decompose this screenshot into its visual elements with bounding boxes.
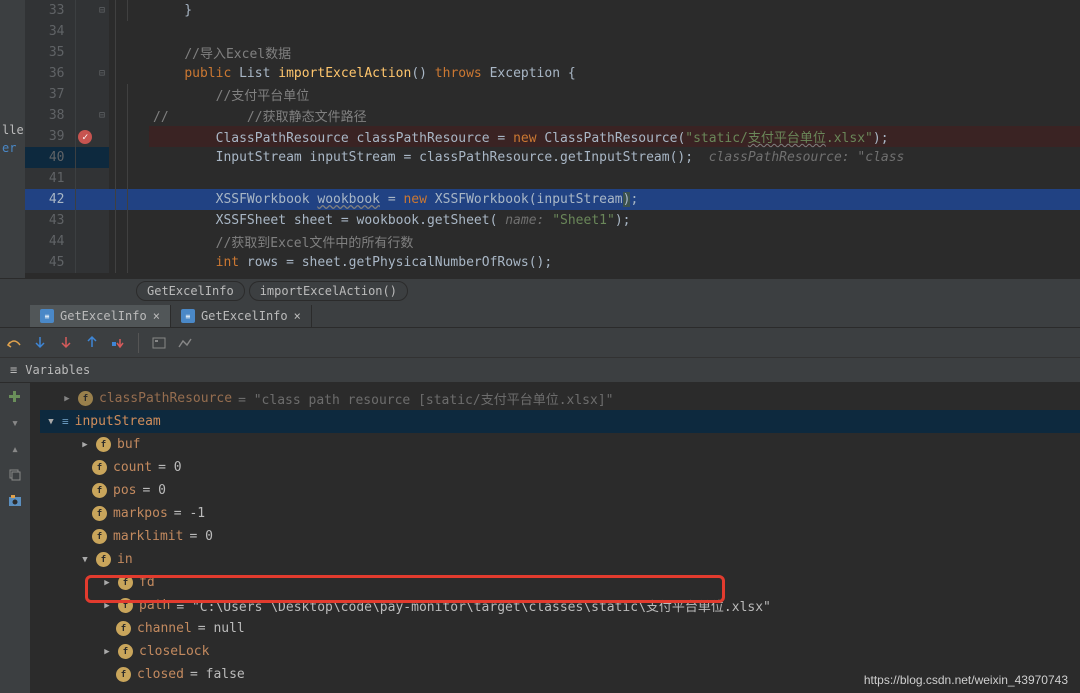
- error-marker-icon[interactable]: ✓: [78, 130, 92, 144]
- debug-tabs: ≡ GetExcelInfo × ≡ GetExcelInfo ×: [0, 302, 1080, 328]
- var-count[interactable]: count: [113, 460, 152, 475]
- file-icon: ≡: [40, 309, 54, 323]
- breadcrumb-item[interactable]: importExcelAction(): [249, 281, 408, 301]
- var-fd[interactable]: fd: [139, 575, 155, 590]
- var-pos[interactable]: pos: [113, 483, 136, 498]
- debug-toolbar: [0, 328, 1080, 358]
- var-markpos[interactable]: markpos: [113, 506, 168, 521]
- left-truncated-panel: ller er: [0, 0, 25, 278]
- equals-icon: ≡: [62, 415, 69, 428]
- var-path[interactable]: path: [139, 598, 170, 613]
- variables-title: Variables: [25, 363, 90, 377]
- tab-getexcelinfo-2[interactable]: ≡ GetExcelInfo ×: [171, 305, 312, 327]
- close-icon[interactable]: ×: [153, 309, 160, 323]
- code-editor[interactable]: 33 ⊟ } 34 35: [25, 0, 1080, 278]
- variables-icon: ≡: [10, 363, 17, 377]
- var-buf[interactable]: buf: [117, 437, 140, 452]
- down-icon[interactable]: ▾: [7, 415, 23, 431]
- var-closed[interactable]: closed: [137, 667, 184, 682]
- var-path-value: = "C:\Users \Desktop\code\pay-monitor\ta…: [176, 596, 771, 615]
- gutter-line-number[interactable]: 33: [25, 0, 75, 21]
- step-over-icon[interactable]: [6, 335, 22, 351]
- breadcrumb-item[interactable]: GetExcelInfo: [136, 281, 245, 301]
- breadcrumb: GetExcelInfo importExcelAction(): [0, 278, 1080, 302]
- drop-frame-icon[interactable]: [110, 335, 126, 351]
- var-marklimit[interactable]: marklimit: [113, 529, 183, 544]
- screenshot-icon[interactable]: [7, 493, 23, 509]
- var-classpathresource[interactable]: classPathResource: [99, 391, 232, 406]
- var-inputstream[interactable]: inputStream: [75, 414, 161, 429]
- tab-label: GetExcelInfo: [201, 309, 288, 323]
- evaluate-expression-icon[interactable]: [151, 335, 167, 351]
- var-channel[interactable]: channel: [137, 621, 192, 636]
- trunc-label-2: er: [2, 141, 16, 155]
- fold-handle[interactable]: ⊟: [95, 0, 109, 21]
- fold-handle[interactable]: ⊟: [95, 63, 109, 84]
- close-icon[interactable]: ×: [294, 309, 301, 323]
- var-in[interactable]: in: [117, 552, 133, 567]
- tab-label: GetExcelInfo: [60, 309, 147, 323]
- watermark: https://blog.csdn.net/weixin_43970743: [864, 673, 1068, 687]
- add-watch-icon[interactable]: [7, 389, 23, 405]
- trace-icon[interactable]: [177, 335, 193, 351]
- up-icon[interactable]: ▴: [7, 441, 23, 457]
- step-out-icon[interactable]: [84, 335, 100, 351]
- variables-tree[interactable]: ▶ classPathResource = "class path resour…: [30, 383, 1080, 693]
- force-step-into-icon[interactable]: [58, 335, 74, 351]
- fold-handle[interactable]: ⊟: [95, 105, 109, 126]
- debug-left-toolbar: ▾ ▴: [0, 383, 30, 693]
- step-into-icon[interactable]: [32, 335, 48, 351]
- tab-getexcelinfo-1[interactable]: ≡ GetExcelInfo ×: [30, 305, 171, 327]
- variables-header: ≡ Variables: [0, 358, 1080, 383]
- copy-icon[interactable]: [7, 467, 23, 483]
- var-closelock[interactable]: closeLock: [139, 644, 209, 659]
- file-icon: ≡: [181, 309, 195, 323]
